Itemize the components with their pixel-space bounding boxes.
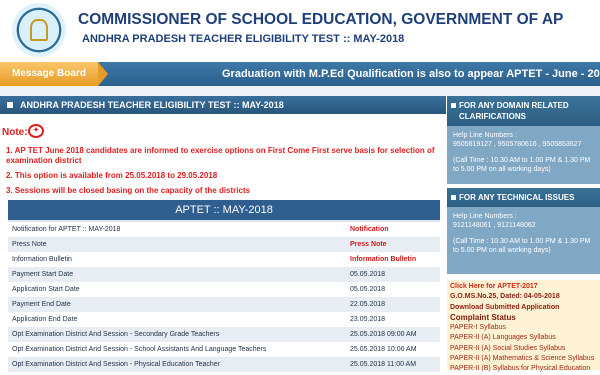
note-item: 2. This option is available from 25.05.2… (6, 171, 218, 180)
emblem-icon (30, 19, 48, 41)
technical-issues-panel: FOR ANY TECHNICAL ISSUES Help Line Numbe… (447, 188, 600, 274)
row-date: 25.05.2018 09:00 AM (350, 331, 417, 338)
helpline-numbers: 9505619127 , 9505780616 , 9505853627 (453, 140, 582, 148)
call-timing: (Call Time : 10.30 AM to 1.00 PM & 1.30 … (453, 238, 591, 254)
press-note-link[interactable]: Press Note (350, 237, 440, 252)
row-item: Information Bulletin (12, 256, 72, 263)
table-row: Press Note Press Note (8, 237, 440, 252)
information-bulletin-link[interactable]: Information Bulletin (350, 252, 440, 267)
table-row: Information Bulletin Information Bulleti… (8, 252, 440, 267)
paper-2a-maths-science-link[interactable]: PAPER-II (A) Mathematics & Science Sylla… (447, 354, 600, 364)
table-body: Notification for APTET :: MAY-2018 Notif… (8, 222, 440, 372)
row-item: Press Note (12, 241, 47, 248)
site-header: COMMISSIONER OF SCHOOL EDUCATION, GOVERN… (0, 0, 600, 62)
row-item: Opt Examination District And Session - S… (12, 331, 220, 338)
header-gap (0, 86, 600, 96)
quick-links: Click Here for APTET-2017 G.O.MS.No.25, … (447, 280, 600, 372)
row-item: Payment End Date (12, 301, 71, 308)
main-content: ANDHRA PRADESH TEACHER ELIGIBILITY TEST … (0, 96, 446, 372)
go-ms-link[interactable]: G.O.MS.No.25, Dated: 04-05-2018 (447, 292, 600, 302)
message-board-text[interactable]: Graduation with M.P.Ed Qualification is … (222, 62, 600, 86)
table-row: Payment Start Date 05.05.2018 (8, 267, 440, 282)
helpline-label: Help Line Numbers : (453, 213, 517, 220)
message-board-label: Message Board (0, 62, 108, 86)
ap-government-logo (12, 3, 66, 57)
notes-list: 1. AP TET June 2018 candidates are infor… (6, 146, 442, 201)
download-application-link[interactable]: Download Submitted Application (447, 303, 600, 313)
row-item: Opt Examination District And Session - S… (12, 346, 267, 353)
table-row: Notification for APTET :: MAY-2018 Notif… (8, 222, 440, 237)
paper-2a-social-link[interactable]: PAPER-II (A) Social Studies Syllabus (447, 344, 600, 354)
helpline-label: Help Line Numbers : (453, 132, 517, 139)
table-row: Opt Examination District And Session - S… (8, 327, 440, 342)
row-item: Notification for APTET :: MAY-2018 (12, 226, 121, 233)
paper-2a-languages-link[interactable]: PAPER-II (A) Languages Syllabus (447, 333, 600, 343)
note-item: 3. Sessions will be closed basing on the… (6, 186, 251, 195)
main-heading: ANDHRA PRADESH TEACHER ELIGIBILITY TEST … (0, 96, 446, 114)
page-title: COMMISSIONER OF SCHOOL EDUCATION, GOVERN… (78, 11, 564, 28)
row-date: 05.05.2018 (350, 286, 386, 293)
row-item: Payment Start Date (12, 271, 74, 278)
technical-panel-body: Help Line Numbers :9121148061 , 91211480… (447, 207, 600, 269)
table-row: Application End Date 23.05.2018 (8, 312, 440, 327)
row-item: Application Start Date (12, 286, 80, 293)
sidebar: FOR ANY DOMAIN RELATED CLARIFICATIONS He… (447, 96, 600, 372)
note-item: 1. AP TET June 2018 candidates are infor… (6, 146, 435, 165)
row-date: 05.05.2018 (350, 271, 386, 278)
helpline-numbers: 9121148061 , 9121148062 (453, 221, 536, 229)
row-date: 25.05.2018 10:00 AM (350, 346, 417, 353)
aptet-2017-link[interactable]: Click Here for APTET-2017 (447, 280, 600, 292)
technical-panel-title: FOR ANY TECHNICAL ISSUES (447, 188, 600, 207)
domain-panel-title: FOR ANY DOMAIN RELATED CLARIFICATIONS (447, 96, 600, 126)
table-row: Application Start Date 05.05.2018 (8, 282, 440, 297)
row-item: Application End Date (12, 316, 78, 323)
call-timing: (Call Time : 10.30 AM to 1.00 PM & 1.30 … (453, 157, 591, 173)
notification-link[interactable]: Notification (350, 222, 440, 237)
table-row: Payment End Date 22.05.2018 (8, 297, 440, 312)
schedule-table: APTET :: MAY-2018 Notification for APTET… (8, 200, 440, 372)
row-date: 22.05.2018 (350, 301, 386, 308)
message-board-bar: Message Board Graduation with M.P.Ed Qua… (0, 62, 600, 86)
complaint-status-link[interactable]: Complaint Status (447, 313, 600, 323)
paper-1-syllabus-link[interactable]: PAPER-I Syllabus (447, 323, 600, 333)
table-row: Opt Examination District And Session - S… (8, 342, 440, 357)
page-subtitle: ANDHRA PRADESH TEACHER ELIGIBILITY TEST … (82, 33, 405, 45)
table-title: APTET :: MAY-2018 (8, 200, 440, 220)
row-date: 23.05.2018 (350, 316, 386, 323)
domain-panel-body: Help Line Numbers :9505619127 , 95057806… (447, 126, 600, 188)
note-label: Note:- (2, 127, 31, 138)
new-badge-icon: ✦ (28, 124, 44, 138)
domain-clarifications-panel: FOR ANY DOMAIN RELATED CLARIFICATIONS He… (447, 96, 600, 184)
